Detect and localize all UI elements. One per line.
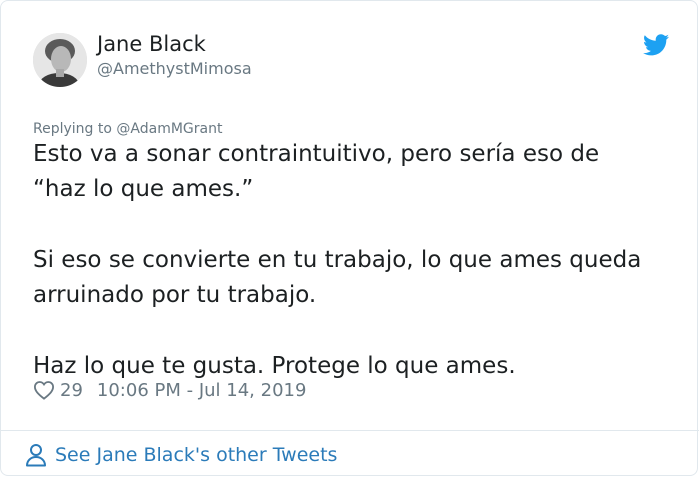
twitter-bird-icon[interactable] bbox=[643, 34, 669, 56]
person-icon bbox=[26, 444, 46, 467]
tweet-card: Jane Black @AmethystMimosa Replying to @… bbox=[0, 0, 699, 476]
divider bbox=[1, 430, 699, 431]
like-count[interactable]: 29 bbox=[60, 380, 83, 401]
author-handle[interactable]: @AmethystMimosa bbox=[97, 59, 252, 78]
tweet-line: Haz lo que te gusta. Protege lo que ames… bbox=[33, 353, 516, 379]
tweet-paragraph: Esto va a sonar contraintuitivo, pero se… bbox=[33, 137, 683, 207]
tweet-timestamp[interactable]: 10:06 PM - Jul 14, 2019 bbox=[97, 380, 307, 401]
see-other-tweets-label[interactable]: See Jane Black's other Tweets bbox=[55, 444, 337, 466]
reply-to-handle-link[interactable]: @AdamMGrant bbox=[116, 121, 222, 137]
replying-to: Replying to @AdamMGrant bbox=[33, 121, 222, 137]
avatar[interactable] bbox=[33, 33, 87, 87]
tweet-line: arruinado por tu trabajo. bbox=[33, 282, 317, 308]
tweet-line: Si eso se convierte en tu trabajo, lo qu… bbox=[33, 247, 642, 273]
heart-icon[interactable] bbox=[33, 380, 55, 400]
tweet-meta: 29 10:06 PM - Jul 14, 2019 bbox=[33, 377, 306, 403]
tweet-text: Esto va a sonar contraintuitivo, pero se… bbox=[33, 137, 683, 384]
author-name[interactable]: Jane Black bbox=[97, 32, 206, 56]
tweet-paragraph: Si eso se convierte en tu trabajo, lo qu… bbox=[33, 243, 683, 313]
tweet-line: “haz lo que ames.” bbox=[33, 176, 254, 202]
tweet-line: Esto va a sonar contraintuitivo, pero se… bbox=[33, 141, 600, 167]
see-other-tweets-link[interactable]: See Jane Black's other Tweets bbox=[25, 441, 337, 469]
reply-prefix: Replying to bbox=[33, 121, 117, 137]
